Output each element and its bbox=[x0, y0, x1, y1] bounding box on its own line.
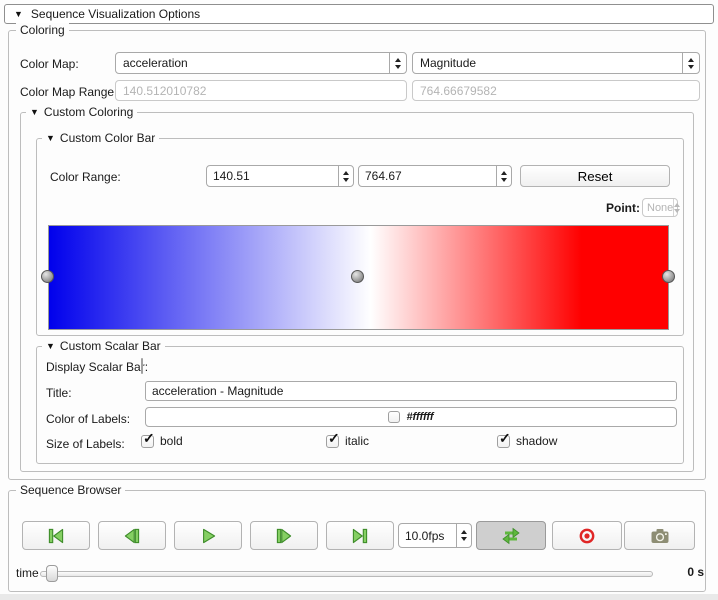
time-value: 0 s bbox=[672, 565, 704, 579]
custom-color-bar-group-title[interactable]: ▼ Custom Color Bar bbox=[42, 131, 159, 145]
loop-icon bbox=[500, 527, 522, 545]
spinbox-arrows-icon[interactable] bbox=[496, 166, 511, 186]
spinbox-arrows-icon bbox=[673, 199, 680, 216]
record-icon bbox=[578, 527, 596, 545]
component-combobox-value: Magnitude bbox=[413, 53, 682, 73]
range-max-field: 764.66679582 bbox=[412, 80, 700, 101]
color-of-labels-value: #ffffff bbox=[406, 411, 433, 423]
combobox-arrows-icon bbox=[389, 53, 406, 73]
color-range-min-value: 140.51 bbox=[207, 166, 338, 186]
color-map-combobox-value: acceleration bbox=[116, 53, 389, 73]
coloring-group-title: Coloring bbox=[16, 23, 69, 37]
record-button[interactable] bbox=[552, 521, 622, 550]
color-map-label: Color Map: bbox=[20, 57, 79, 71]
color-range-max-value: 764.67 bbox=[359, 166, 496, 186]
color-range-label: Color Range: bbox=[50, 170, 121, 184]
next-frame-button[interactable] bbox=[250, 521, 318, 550]
color-of-labels-label: Color of Labels: bbox=[46, 412, 130, 426]
size-of-labels-label: Size of Labels: bbox=[46, 437, 125, 451]
gradient-handle-left[interactable] bbox=[41, 270, 54, 283]
bold-checkbox-label: bold bbox=[160, 434, 183, 448]
skip-to-end-button[interactable] bbox=[326, 521, 394, 550]
color-of-labels-picker[interactable]: #ffffff bbox=[145, 407, 677, 427]
skip-to-end-icon bbox=[349, 527, 371, 545]
fps-value: 10.0fps bbox=[399, 524, 456, 547]
range-min-field: 140.512010782 bbox=[115, 80, 407, 101]
spinbox-arrows-icon[interactable] bbox=[338, 166, 353, 186]
next-frame-icon bbox=[273, 527, 295, 545]
gradient-handle-middle[interactable] bbox=[351, 270, 364, 283]
display-scalar-bar-checkbox[interactable] bbox=[141, 358, 143, 374]
collapse-icon: ▼ bbox=[46, 134, 55, 143]
panel-title: Sequence Visualization Options bbox=[31, 7, 200, 21]
play-button[interactable] bbox=[174, 521, 242, 550]
title-label: Title: bbox=[46, 386, 72, 400]
collapse-icon: ▼ bbox=[30, 108, 39, 117]
color-range-max-spinbox[interactable]: 764.67 bbox=[358, 165, 512, 187]
color-map-combobox[interactable]: acceleration bbox=[115, 52, 407, 74]
color-of-labels-checkbox[interactable] bbox=[388, 411, 400, 423]
point-spinner: None bbox=[642, 198, 678, 217]
bold-checkbox[interactable]: ✓ bbox=[141, 435, 154, 448]
color-range-min-spinbox[interactable]: 140.51 bbox=[206, 165, 354, 187]
italic-checkbox-label: italic bbox=[345, 434, 369, 448]
reset-button[interactable]: Reset bbox=[520, 165, 670, 187]
time-label: time bbox=[16, 566, 39, 580]
bold-checkbox-row[interactable]: ✓ bold bbox=[141, 434, 183, 448]
spinbox-arrows-icon[interactable] bbox=[456, 524, 471, 547]
shadow-checkbox-row[interactable]: ✓ shadow bbox=[497, 434, 557, 448]
skip-to-start-button[interactable] bbox=[22, 521, 90, 550]
custom-scalar-bar-group-title[interactable]: ▼ Custom Scalar Bar bbox=[42, 339, 165, 353]
custom-coloring-group-title[interactable]: ▼ Custom Coloring bbox=[26, 105, 137, 119]
collapse-icon: ▼ bbox=[46, 342, 55, 351]
display-scalar-bar-label: Display Scalar Bar: bbox=[46, 360, 148, 374]
component-combobox[interactable]: Magnitude bbox=[412, 52, 700, 74]
time-slider-track[interactable] bbox=[40, 571, 653, 577]
snapshot-button[interactable] bbox=[624, 521, 695, 550]
camera-icon bbox=[650, 528, 670, 544]
fps-spinbox[interactable]: 10.0fps bbox=[398, 523, 472, 548]
collapse-icon: ▼ bbox=[14, 10, 23, 19]
shadow-checkbox[interactable]: ✓ bbox=[497, 435, 510, 448]
sequence-browser-group-title: Sequence Browser bbox=[16, 483, 125, 497]
play-icon bbox=[197, 527, 219, 545]
italic-checkbox-row[interactable]: ✓ italic bbox=[326, 434, 369, 448]
point-label: Point: bbox=[600, 201, 640, 215]
shadow-checkbox-label: shadow bbox=[516, 434, 557, 448]
previous-frame-icon bbox=[121, 527, 143, 545]
color-map-range-label: Color Map Range: bbox=[20, 85, 117, 99]
sequence-visualization-panel: ▼ Sequence Visualization Options Colorin… bbox=[0, 0, 718, 600]
time-slider-handle[interactable] bbox=[46, 565, 58, 582]
window-bottom-edge bbox=[0, 594, 718, 600]
previous-frame-button[interactable] bbox=[98, 521, 166, 550]
gradient-handle-right[interactable] bbox=[662, 270, 675, 283]
point-spinner-value: None bbox=[643, 199, 673, 216]
panel-header[interactable]: ▼ Sequence Visualization Options bbox=[4, 4, 714, 24]
combobox-arrows-icon bbox=[682, 53, 699, 73]
skip-to-start-icon bbox=[45, 527, 67, 545]
title-input[interactable] bbox=[145, 381, 677, 401]
italic-checkbox[interactable]: ✓ bbox=[326, 435, 339, 448]
loop-button[interactable] bbox=[476, 521, 546, 550]
